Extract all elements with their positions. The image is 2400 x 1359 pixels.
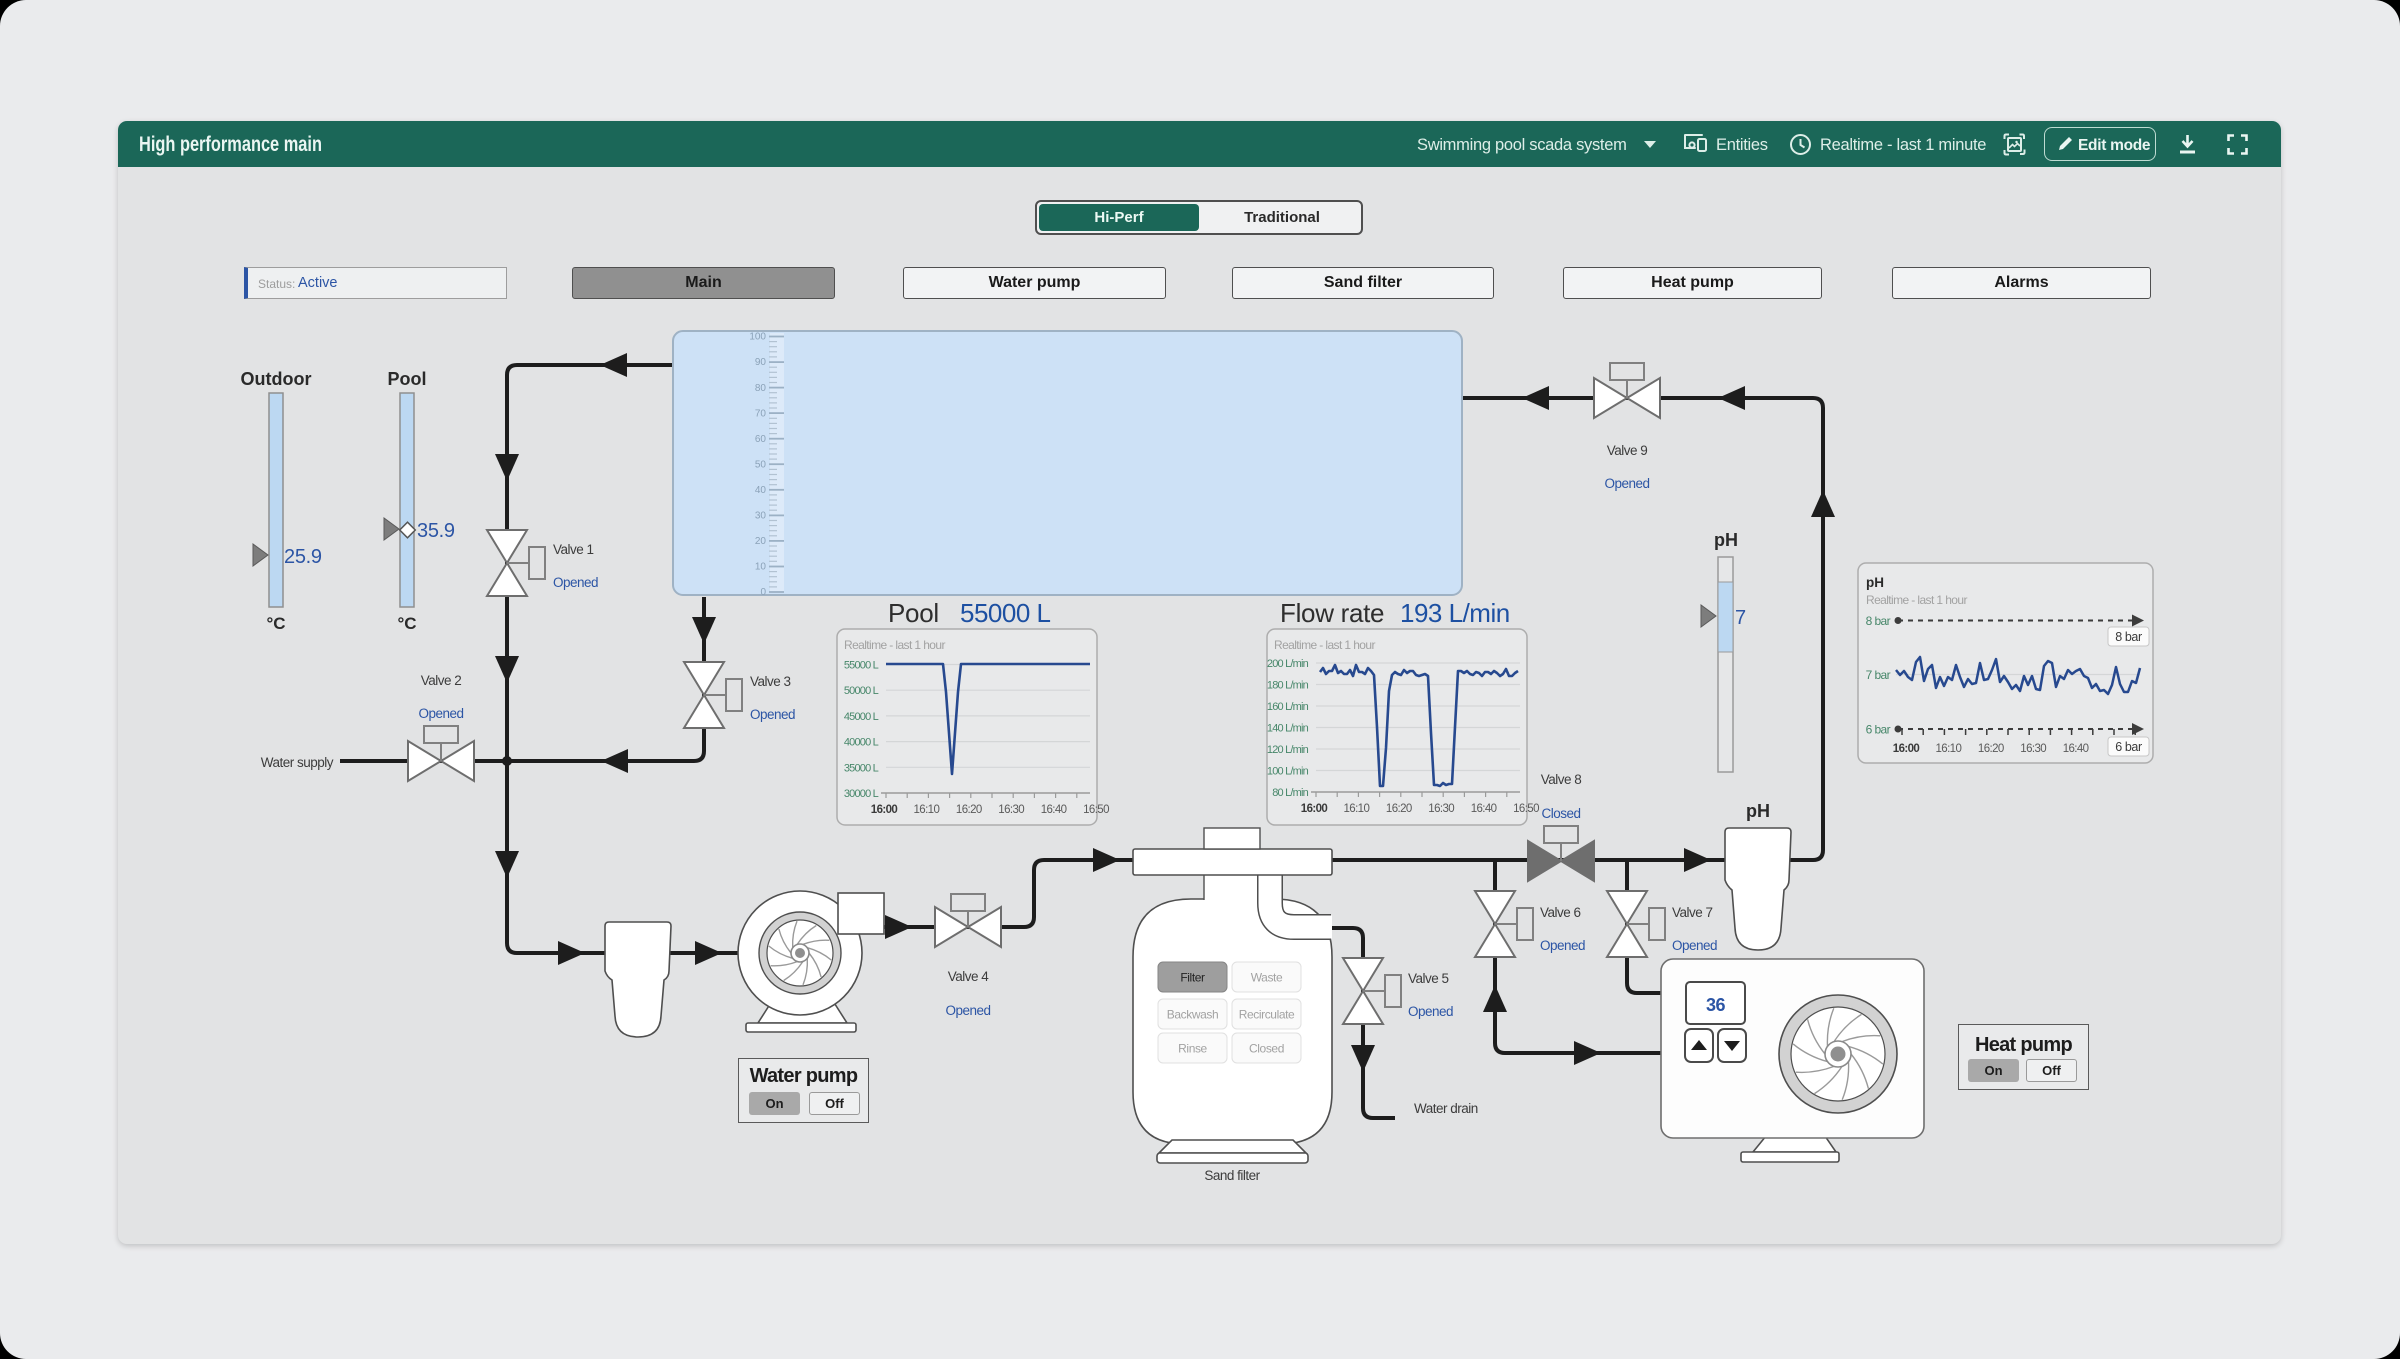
- svg-text:pH: pH: [1714, 530, 1738, 550]
- svg-text:Valve 9: Valve 9: [1607, 443, 1648, 458]
- svg-text:100: 100: [749, 332, 766, 343]
- svg-text:Filter: Filter: [1180, 971, 1205, 985]
- svg-text:Flow rate: Flow rate: [1280, 598, 1384, 628]
- svg-text:Opened: Opened: [1604, 476, 1649, 491]
- svg-text:16:10: 16:10: [1936, 743, 1962, 755]
- svg-text:Valve 1: Valve 1: [553, 542, 594, 557]
- svg-text:Closed: Closed: [1249, 1042, 1284, 1056]
- svg-text:55000 L: 55000 L: [960, 598, 1051, 628]
- svg-text:Water supply: Water supply: [261, 755, 334, 770]
- svg-text:Realtime - last 1 hour: Realtime - last 1 hour: [1274, 638, 1375, 652]
- svg-text:80 L/min: 80 L/min: [1272, 787, 1308, 799]
- svg-text:6 bar: 6 bar: [1866, 723, 1891, 737]
- svg-text:16:00: 16:00: [1301, 803, 1328, 815]
- svg-text:193 L/min: 193 L/min: [1400, 598, 1510, 628]
- svg-text:50000 L: 50000 L: [844, 685, 879, 697]
- svg-text:16:10: 16:10: [1344, 803, 1370, 815]
- svg-text:16:10: 16:10: [914, 804, 940, 816]
- svg-text:Valve 3: Valve 3: [750, 674, 791, 689]
- svg-text:°C: °C: [397, 614, 416, 633]
- svg-text:16:20: 16:20: [1386, 803, 1412, 815]
- svg-text:Opened: Opened: [418, 706, 463, 721]
- svg-text:Opened: Opened: [1672, 938, 1717, 953]
- svg-text:10: 10: [755, 562, 767, 573]
- svg-text:16:30: 16:30: [998, 804, 1024, 816]
- svg-text:16:40: 16:40: [2063, 743, 2089, 755]
- svg-text:Valve 7: Valve 7: [1672, 905, 1713, 920]
- svg-text:16:30: 16:30: [1428, 803, 1454, 815]
- svg-text:pH: pH: [1866, 575, 1884, 590]
- svg-text:80: 80: [755, 383, 767, 394]
- svg-text:Valve 5: Valve 5: [1408, 971, 1449, 986]
- svg-text:60: 60: [755, 434, 767, 445]
- svg-text:40: 40: [755, 485, 767, 496]
- svg-text:Pool: Pool: [388, 369, 427, 389]
- svg-text:Backwash: Backwash: [1167, 1008, 1219, 1022]
- svg-text:Outdoor: Outdoor: [241, 369, 312, 389]
- svg-text:Rinse: Rinse: [1178, 1042, 1207, 1056]
- svg-text:70: 70: [755, 408, 767, 419]
- svg-text:8 bar: 8 bar: [1866, 614, 1891, 628]
- svg-text:35000 L: 35000 L: [844, 762, 879, 774]
- svg-text:100 L/min: 100 L/min: [1267, 766, 1309, 778]
- svg-text:90: 90: [755, 357, 767, 368]
- svg-text:40000 L: 40000 L: [844, 737, 879, 749]
- svg-text:120 L/min: 120 L/min: [1267, 744, 1309, 756]
- svg-text:16:50: 16:50: [1513, 803, 1539, 815]
- svg-text:0: 0: [760, 587, 766, 598]
- svg-text:pH: pH: [1746, 801, 1770, 821]
- svg-text:180 L/min: 180 L/min: [1267, 680, 1309, 692]
- svg-text:Opened: Opened: [1540, 938, 1585, 953]
- svg-text:Realtime - last 1 hour: Realtime - last 1 hour: [844, 638, 945, 652]
- svg-text:Valve 8: Valve 8: [1541, 772, 1582, 787]
- svg-text:16:30: 16:30: [2020, 743, 2046, 755]
- svg-text:35.9: 35.9: [417, 520, 455, 542]
- svg-text:Waste: Waste: [1251, 971, 1283, 985]
- svg-text:Closed: Closed: [1541, 806, 1580, 821]
- svg-text:Opened: Opened: [945, 1003, 990, 1018]
- svg-text:Opened: Opened: [750, 707, 795, 722]
- svg-text:16:00: 16:00: [871, 804, 898, 816]
- svg-text:20: 20: [755, 536, 767, 547]
- svg-text:8 bar: 8 bar: [2115, 630, 2142, 644]
- svg-text:160 L/min: 160 L/min: [1267, 701, 1309, 713]
- svg-text:200 L/min: 200 L/min: [1267, 658, 1309, 670]
- svg-text:Valve 4: Valve 4: [948, 969, 990, 984]
- svg-text:50: 50: [755, 459, 767, 470]
- svg-text:Opened: Opened: [553, 575, 598, 590]
- svg-text:Opened: Opened: [1408, 1004, 1453, 1019]
- svg-text:25.9: 25.9: [284, 546, 322, 568]
- svg-text:16:40: 16:40: [1471, 803, 1497, 815]
- svg-text:16:50: 16:50: [1083, 804, 1109, 816]
- svg-text:Realtime - last 1 hour: Realtime - last 1 hour: [1866, 593, 1967, 607]
- svg-text:7 bar: 7 bar: [1866, 668, 1891, 682]
- svg-text:°C: °C: [266, 614, 285, 633]
- svg-text:36: 36: [1706, 995, 1726, 1015]
- svg-text:6 bar: 6 bar: [2115, 740, 2142, 754]
- svg-text:Recirculate: Recirculate: [1239, 1008, 1295, 1022]
- svg-text:7: 7: [1735, 607, 1746, 629]
- svg-text:Water drain: Water drain: [1414, 1101, 1478, 1116]
- svg-text:16:20: 16:20: [1978, 743, 2004, 755]
- svg-text:16:20: 16:20: [956, 804, 982, 816]
- svg-text:16:40: 16:40: [1041, 804, 1067, 816]
- svg-text:45000 L: 45000 L: [844, 711, 879, 723]
- svg-text:55000 L: 55000 L: [844, 660, 879, 672]
- svg-text:Pool: Pool: [888, 598, 939, 628]
- svg-text:30: 30: [755, 511, 767, 522]
- svg-text:Sand filter: Sand filter: [1204, 1168, 1260, 1183]
- svg-text:16:00: 16:00: [1893, 743, 1920, 755]
- svg-text:30000 L: 30000 L: [844, 788, 879, 800]
- svg-text:140 L/min: 140 L/min: [1267, 723, 1309, 735]
- svg-text:Valve 2: Valve 2: [421, 673, 462, 688]
- svg-text:Valve 6: Valve 6: [1540, 905, 1581, 920]
